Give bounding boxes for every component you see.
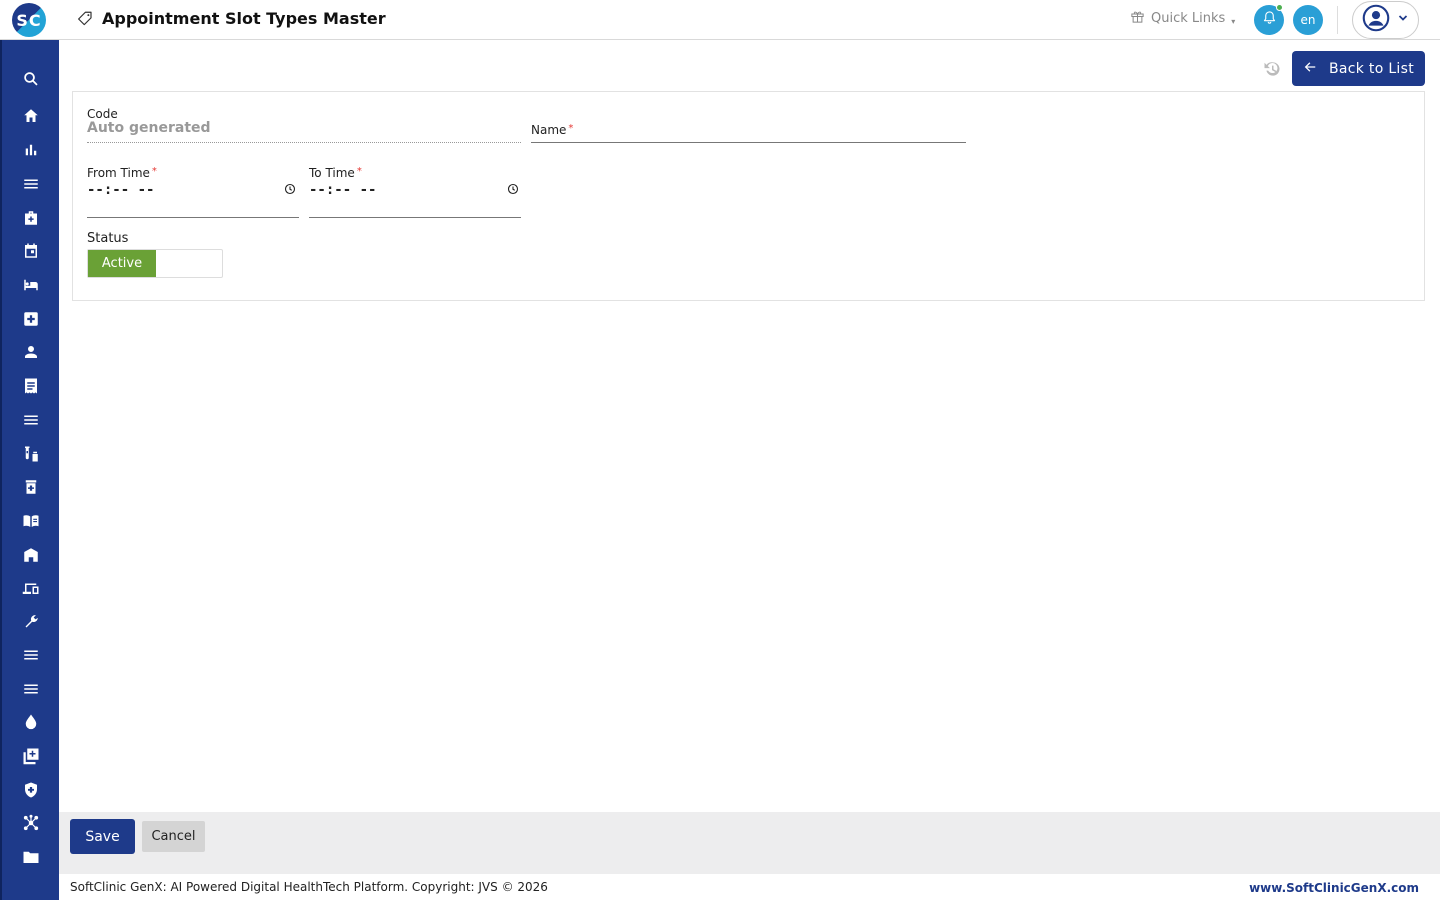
- sidebar-item-home[interactable]: [2, 102, 59, 130]
- bell-icon: [1262, 10, 1277, 30]
- sidebar-item-lab[interactable]: [2, 440, 59, 468]
- medical-cross-icon: [23, 312, 38, 326]
- sidebar-item-emergency[interactable]: [2, 305, 59, 333]
- status-active-option[interactable]: Active: [88, 250, 156, 277]
- bed-icon: [23, 279, 38, 291]
- back-to-list-button[interactable]: Back to List: [1292, 51, 1425, 86]
- book-icon: [23, 515, 38, 527]
- notification-dot: [1276, 4, 1283, 11]
- main-content: Back to List Code Auto generated Name * F…: [59, 40, 1440, 812]
- home-icon: [23, 109, 38, 122]
- logo-text: SC: [16, 10, 42, 30]
- medical-bag-icon: [24, 211, 37, 225]
- sidebar: [0, 40, 59, 900]
- sidebar-item-clinical[interactable]: [2, 204, 59, 232]
- cancel-button[interactable]: Cancel: [142, 821, 205, 852]
- footer: SoftClinic GenX: AI Powered Digital Heal…: [59, 874, 1440, 900]
- sidebar-item-reports[interactable]: [2, 136, 59, 164]
- devices-icon: [22, 583, 38, 594]
- chevron-down-icon: [1397, 11, 1409, 29]
- gift-icon: [1130, 9, 1145, 28]
- caret-down-icon: ▾: [1231, 17, 1236, 26]
- sidebar-item-devices[interactable]: [2, 574, 59, 602]
- code-field: Auto generated: [87, 120, 211, 136]
- to-time-label: To Time *: [309, 166, 362, 180]
- profile-menu[interactable]: [1352, 1, 1419, 39]
- footer-copyright: SoftClinic GenX: AI Powered Digital Heal…: [70, 880, 548, 894]
- status-label: Status: [87, 231, 129, 246]
- page-header: Appointment Slot Types Master: [76, 9, 386, 28]
- search-icon: [23, 72, 38, 86]
- sidebar-item-menu-2[interactable]: [2, 406, 59, 434]
- menu-icon: [23, 684, 38, 694]
- sidebar-item-pharmacy[interactable]: [2, 473, 59, 501]
- receipt-icon: [24, 378, 37, 394]
- add-box-icon: [23, 748, 38, 765]
- quick-links-label: Quick Links: [1151, 11, 1226, 26]
- wrench-icon: [25, 615, 38, 628]
- app-logo[interactable]: SC: [12, 3, 46, 37]
- to-time-underline: [309, 217, 521, 218]
- footer-website-link[interactable]: www.SoftClinicGenX.com: [1249, 881, 1419, 895]
- lab-vials-icon: [24, 446, 38, 462]
- sidebar-item-documents[interactable]: [2, 843, 59, 871]
- shield-icon: [24, 782, 37, 798]
- sidebar-item-store[interactable]: [2, 541, 59, 569]
- history-icon[interactable]: [1262, 59, 1282, 84]
- folder-icon: [23, 851, 38, 863]
- sidebar-item-blood-bank[interactable]: [2, 708, 59, 736]
- status-toggle[interactable]: Active: [87, 249, 223, 278]
- tag-icon: [76, 10, 94, 28]
- menu-icon: [23, 179, 38, 189]
- code-underline: [87, 142, 521, 143]
- sidebar-item-search[interactable]: [2, 65, 59, 93]
- language-button[interactable]: en: [1293, 5, 1323, 35]
- name-field[interactable]: [531, 142, 966, 143]
- bar-chart-icon: [25, 144, 36, 156]
- sidebar-item-menu[interactable]: [2, 170, 59, 198]
- sidebar-item-security[interactable]: [2, 776, 59, 804]
- blood-drop-icon: [25, 714, 36, 730]
- from-time-label: From Time *: [87, 166, 157, 180]
- save-button[interactable]: Save: [70, 819, 135, 854]
- quick-links-dropdown[interactable]: Quick Links ▾: [1130, 9, 1235, 28]
- sidebar-item-library[interactable]: [2, 507, 59, 535]
- sidebar-item-menu-3[interactable]: [2, 641, 59, 669]
- sidebar-item-billing[interactable]: [2, 372, 59, 400]
- sidebar-item-menu-4[interactable]: [2, 675, 59, 703]
- menu-icon: [23, 650, 38, 660]
- menu-icon: [23, 415, 38, 425]
- from-time-underline: [87, 217, 299, 218]
- sidebar-item-add[interactable]: [2, 742, 59, 770]
- from-time-field[interactable]: --:-- --: [87, 182, 154, 198]
- form-card: Code Auto generated Name * From Time * --:…: [72, 91, 1425, 301]
- person-icon: [24, 346, 37, 358]
- back-to-list-label: Back to List: [1328, 60, 1415, 77]
- sidebar-item-network[interactable]: [2, 809, 59, 837]
- divider: [1337, 6, 1338, 34]
- code-label: Code: [87, 107, 118, 121]
- clock-icon[interactable]: [507, 182, 519, 200]
- name-label: Name *: [531, 123, 574, 137]
- sidebar-item-patients[interactable]: [2, 338, 59, 366]
- sidebar-item-settings[interactable]: [2, 608, 59, 636]
- network-icon: [23, 814, 38, 831]
- sidebar-item-appointments[interactable]: [2, 237, 59, 265]
- calendar-icon: [24, 243, 37, 258]
- action-bar: Save Cancel: [59, 812, 1440, 874]
- pharmacy-icon: [25, 480, 36, 494]
- avatar-icon: [1362, 4, 1390, 37]
- store-icon: [23, 548, 38, 562]
- page-title: Appointment Slot Types Master: [102, 9, 386, 28]
- top-bar: SC Appointment Slot Types Master Quick L…: [0, 0, 1440, 40]
- clock-icon[interactable]: [284, 182, 296, 200]
- arrow-left-icon: [1303, 60, 1317, 78]
- to-time-field[interactable]: --:-- --: [309, 182, 376, 198]
- sidebar-item-ipd[interactable]: [2, 271, 59, 299]
